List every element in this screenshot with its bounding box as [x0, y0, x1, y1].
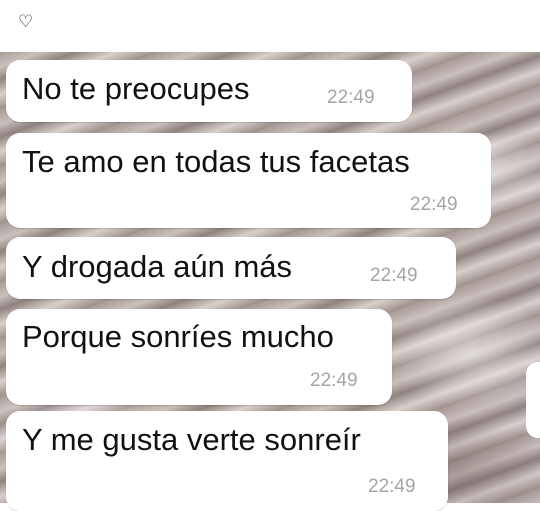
partial-bubble-edge — [526, 362, 540, 438]
message-text: No te preocupes — [22, 71, 250, 106]
message-time: 22:49 — [368, 476, 416, 497]
message-time: 22:49 — [370, 265, 418, 286]
message-time: 22:49 — [310, 370, 358, 391]
message-time: 22:49 — [410, 194, 458, 215]
top-bar: ♡ — [0, 0, 540, 52]
heart-icon[interactable]: ♡ — [18, 14, 33, 31]
message-text: Y drogada aún más — [22, 249, 293, 284]
message-text: Te amo en todas tus facetas — [22, 144, 410, 179]
message-time: 22:49 — [327, 87, 375, 108]
message-text: Porque sonríes mucho — [22, 319, 334, 354]
message-text: Y me gusta verte sonreír — [22, 422, 361, 457]
